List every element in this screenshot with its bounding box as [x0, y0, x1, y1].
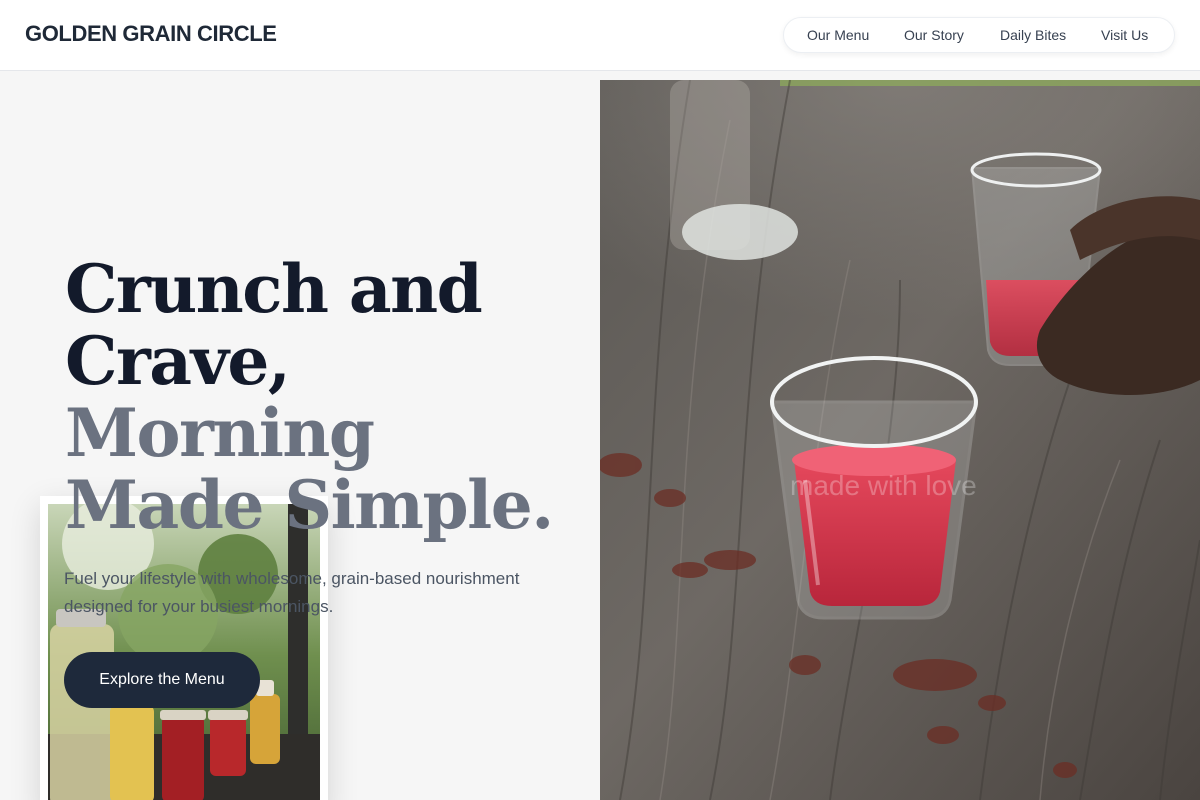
hero-title: Crunch and Crave, Morning Made Simple.: [65, 250, 554, 544]
site-header: GOLDEN GRAIN CIRCLE Our Menu Our Story D…: [0, 0, 1200, 71]
nav-our-menu[interactable]: Our Menu: [807, 27, 869, 43]
main-nav: Our Menu Our Story Daily Bites Visit Us: [783, 17, 1175, 53]
nav-daily-bites[interactable]: Daily Bites: [1000, 27, 1066, 43]
hero-title-line-2: Crave,: [65, 322, 291, 400]
nav-visit-us[interactable]: Visit Us: [1101, 27, 1148, 43]
juice-photo-illustration: [600, 80, 1200, 800]
hero-title-line-4: Made Simple.: [65, 466, 554, 544]
hero-subtitle: Fuel your lifestyle with wholesome, grai…: [64, 569, 520, 616]
hero-title-line-3: Morning: [65, 394, 375, 472]
hero-title-line-1: Crunch and: [65, 250, 483, 328]
hero-photo-juice-glasses: [600, 80, 1200, 800]
photo-watermark: made with love: [790, 470, 977, 501]
explore-menu-button[interactable]: Explore the Menu: [64, 652, 260, 708]
nav-our-story[interactable]: Our Story: [904, 27, 964, 43]
brand-logo[interactable]: GOLDEN GRAIN CIRCLE: [25, 21, 277, 47]
